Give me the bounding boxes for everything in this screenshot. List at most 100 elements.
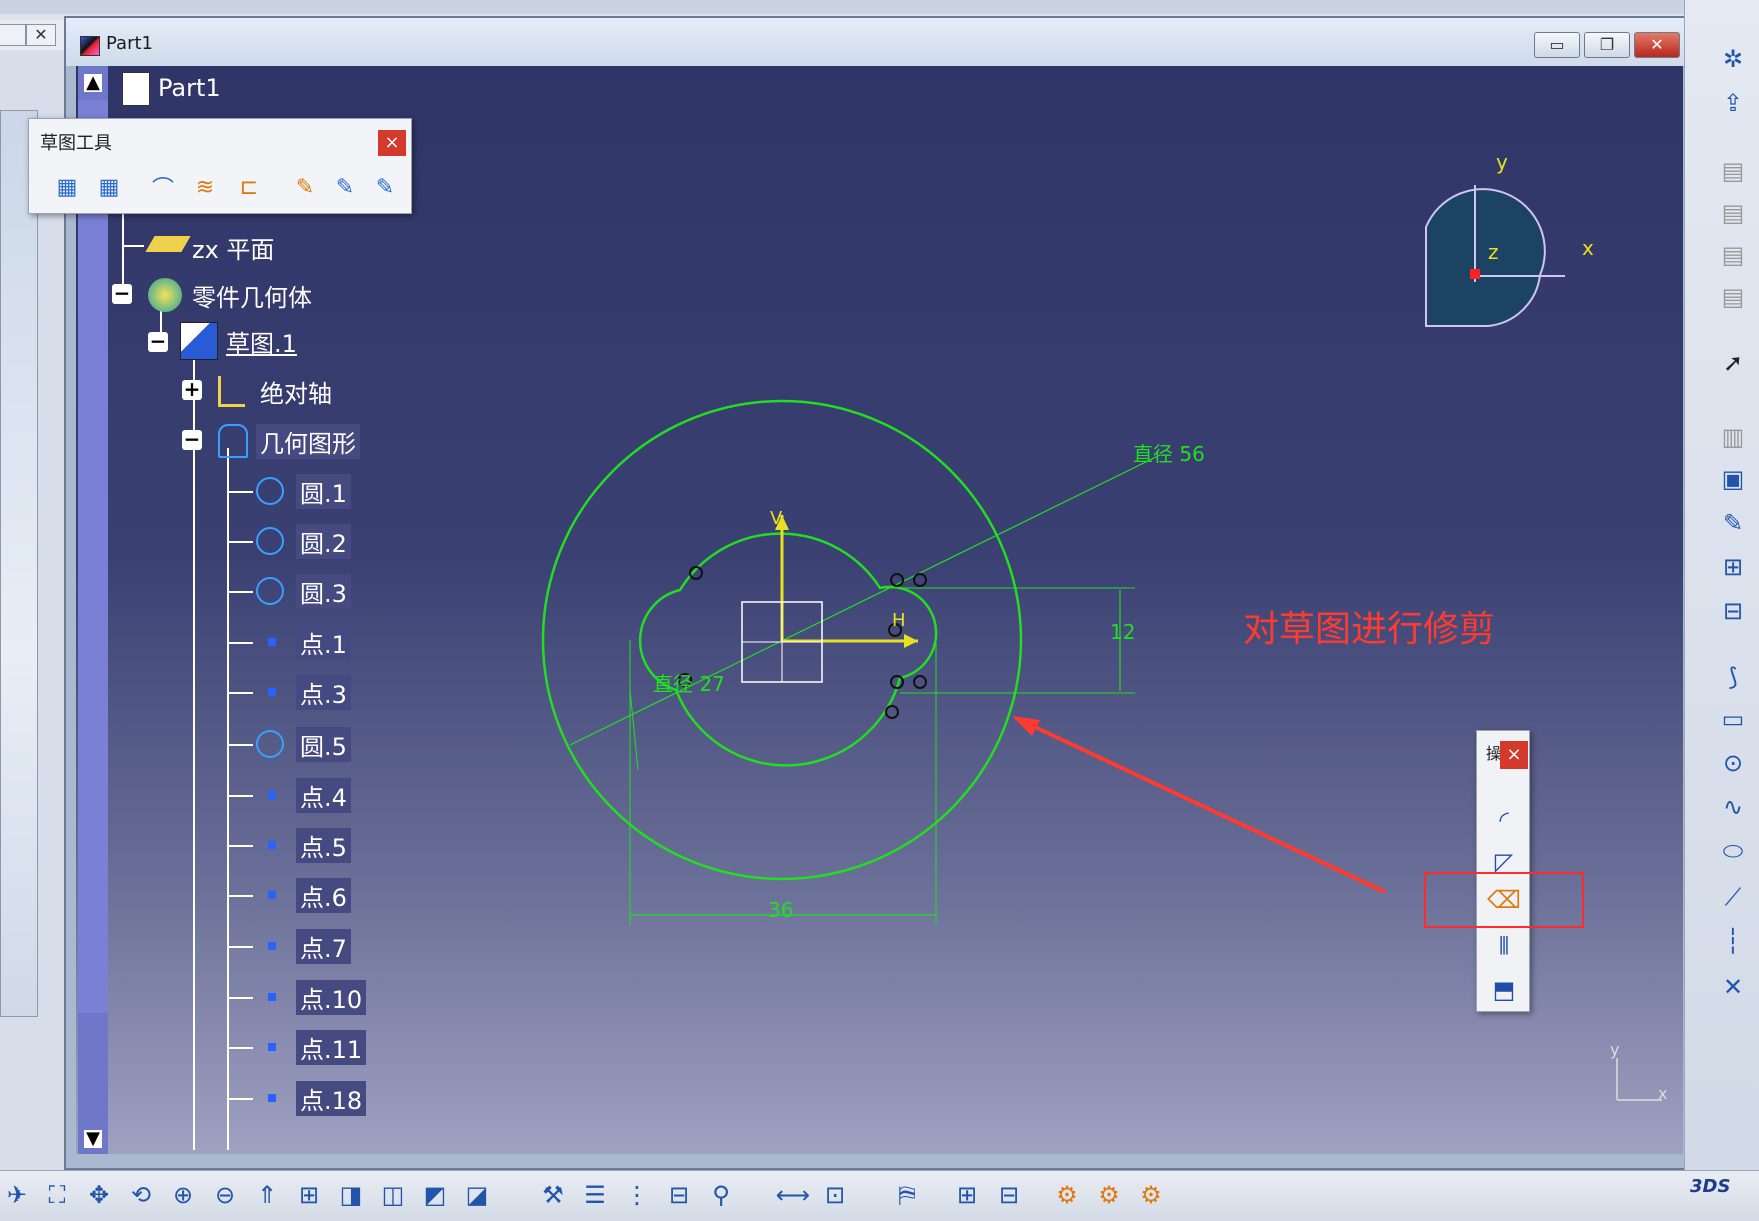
zoom-in-icon[interactable]: ⊕ [166,1178,200,1212]
tree-item-circle-2[interactable]: 圆.2 [296,524,351,559]
dimensional-constraints-icon[interactable]: ⊏ [232,170,266,204]
tree-connector [122,245,144,247]
shading-icon[interactable]: ◫ [376,1178,410,1212]
fix-together-icon[interactable]: ⊟ [1716,594,1750,628]
height-dimension-label[interactable]: 12 [1110,620,1135,644]
catalog-browser-icon[interactable]: ⊟ [992,1178,1026,1212]
specification-icon[interactable]: ⊟ [662,1178,696,1212]
measure-icon[interactable]: ⟷ [776,1178,810,1212]
expand-icon[interactable]: + [182,379,202,400]
spline-icon[interactable]: ∿ [1716,790,1750,824]
tree-connector [227,845,253,847]
part-design-icon-4[interactable]: ▤ [1716,280,1750,314]
rectangle-icon[interactable]: ▭ [1716,702,1750,736]
exit-workbench-icon[interactable]: ✲ [1716,42,1750,76]
catalog-icon[interactable]: ⊞ [950,1178,984,1212]
mirror-icon[interactable]: ⫴ [1486,928,1522,964]
exit-sketch-icon[interactable]: ⇪ [1716,86,1750,120]
tree-item-circle-5[interactable]: 圆.5 [296,727,351,762]
zoom-out-icon[interactable]: ⊖ [208,1178,242,1212]
tree-item-point-3[interactable]: 点.3 [296,675,351,710]
geometric-constraints-icon[interactable]: ≋ [188,170,222,204]
constraint-icon[interactable]: ▣ [1716,462,1750,496]
hide-show-icon[interactable]: ◩ [418,1178,452,1212]
tree-item-circle-3[interactable]: 圆.3 [296,574,351,609]
tree-item-point-18[interactable]: 点.18 [296,1081,367,1116]
corner-x-label: x [1658,1084,1668,1103]
compass-origin-point [1470,269,1480,279]
animate-constraint-icon[interactable]: ✎ [328,170,362,204]
tree-item-geometry[interactable]: 几何图形 [256,424,360,459]
fly-mode-icon[interactable]: ✈ [0,1178,34,1212]
sketch-analysis-icon[interactable]: ⚒ [536,1178,570,1212]
constraint-icon [885,705,899,719]
width-dimension-label[interactable]: 36 [768,898,793,922]
tree-item-point-1[interactable]: 点.1 [296,625,351,660]
list-icon[interactable]: ☰ [578,1178,612,1212]
tree-item-zx-plane[interactable]: zx 平面 [188,230,278,265]
geometry-icon [218,424,248,458]
axis-line-icon[interactable]: ┆ [1716,924,1750,958]
corner-icon[interactable]: ◜ [1486,802,1522,838]
part-design-icon-3[interactable]: ▤ [1716,238,1750,272]
select-arrow-icon[interactable]: ➚ [1716,346,1750,380]
circle-icon [256,730,284,758]
swap-space-icon[interactable]: ◪ [460,1178,494,1212]
tree-item-part-body[interactable]: 零件几何体 [188,278,316,313]
tree-item-point-11[interactable]: 点.11 [296,1030,367,1065]
outer-diameter-label[interactable]: 直径 56 [1133,438,1205,467]
part-design-icon[interactable]: ▤ [1716,154,1750,188]
point-tool-icon[interactable]: ✕ [1716,970,1750,1004]
operation-toolbar-close-button[interactable]: × [1500,741,1528,769]
knowledge-icon[interactable]: ⛿ [890,1178,924,1212]
project-3d-elements-icon[interactable]: ⬒ [1486,972,1522,1008]
point-icon [268,1094,276,1102]
auto-constraint-icon[interactable]: ✎ [288,170,322,204]
collapse-icon[interactable]: − [182,429,202,450]
constraint-tool-icon[interactable]: ⚙ [1050,1178,1084,1212]
construction-element-icon[interactable]: ⌒ [146,170,180,204]
multi-view-icon[interactable]: ⊞ [292,1178,326,1212]
rotate-icon[interactable]: ⟲ [124,1178,158,1212]
constraint-icon[interactable]: ▥ [1716,420,1750,454]
tree-item-point-7[interactable]: 点.7 [296,929,351,964]
tree-connector [227,642,253,644]
v-axis-label: V [770,508,783,529]
analysis-icon[interactable]: ⚲ [704,1178,738,1212]
collapse-icon[interactable]: − [148,331,168,352]
inner-diameter-label[interactable]: 直径 27 [653,668,725,697]
point-icon [268,891,276,899]
fit-all-icon[interactable]: ⛶ [40,1178,74,1212]
paperclip-icon[interactable]: ✎ [1716,506,1750,540]
grid-icon[interactable]: ▦ [50,170,84,204]
iso-view-icon[interactable]: ◨ [334,1178,368,1212]
snap-to-point-icon[interactable]: ▦ [92,170,126,204]
measure-item-icon[interactable]: ⊡ [818,1178,852,1212]
tree-item-point-5[interactable]: 点.5 [296,828,351,863]
normal-view-icon[interactable]: ⇑ [250,1178,284,1212]
tree-connector [227,1098,253,1100]
pan-icon[interactable]: ✥ [82,1178,116,1212]
line-icon[interactable]: ⟋ [1716,880,1750,914]
ellipse-icon[interactable]: ⬭ [1716,834,1750,868]
tree-item-sketch-1[interactable]: 草图.1 [222,324,301,359]
tree-icon[interactable]: ⋮ [620,1178,654,1212]
tree-item-point-6[interactable]: 点.6 [296,878,351,913]
tree-item-point-4[interactable]: 点.4 [296,778,351,813]
compass-shape [1425,188,1546,327]
sketch-tools-close-button[interactable]: × [378,130,406,156]
circle-tool-icon[interactable]: ⊙ [1716,746,1750,780]
edit-multi-constraint-icon[interactable]: ✎ [368,170,402,204]
tree-item-absolute-axis[interactable]: 绝对轴 [256,374,336,409]
constraint-tool-icon-2[interactable]: ⚙ [1092,1178,1126,1212]
trim-highlight-box [1424,872,1584,928]
tree-item-circle-1[interactable]: 圆.1 [296,474,351,509]
constraint-tool-icon-3[interactable]: ⚙ [1134,1178,1168,1212]
tree-root[interactable]: Part1 [154,74,225,102]
contact-constraint-icon[interactable]: ⊞ [1716,550,1750,584]
profile-icon[interactable]: ⟆ [1716,660,1750,694]
tree-item-point-10[interactable]: 点.10 [296,980,367,1015]
point-icon [268,791,276,799]
part-design-icon-2[interactable]: ▤ [1716,196,1750,230]
collapse-icon[interactable]: − [112,283,132,304]
